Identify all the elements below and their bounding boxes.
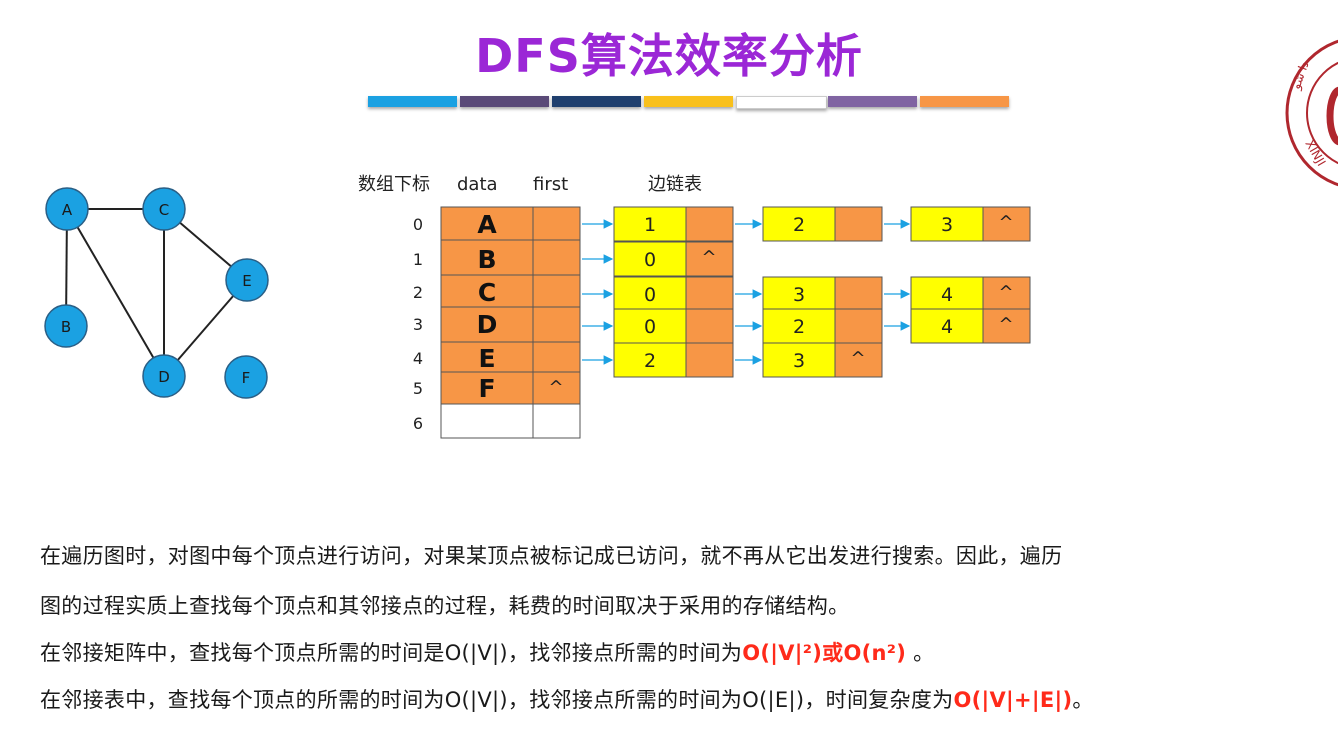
edge-node-value-3-2: 4 (941, 316, 953, 338)
header-edges: 边链表 (648, 174, 702, 195)
data-value-F: F (478, 374, 495, 403)
edge-node-value-0-2: 3 (941, 214, 953, 236)
graph-node-label-F: F (242, 369, 251, 387)
adjacency-diagram: A C E B D F 数组下标 data first 边链表 0 A 1 2 3 ^ 1 B 0 ^ 2 C 0 3 4 ^ 3 D… (44, 174, 1031, 439)
row-index-4: 4 (413, 349, 423, 368)
edge-node-value-2-1: 3 (793, 284, 805, 306)
graph-node-label-E: E (242, 272, 251, 290)
edge-node-value-2-2: 4 (941, 284, 953, 306)
data-value-E: E (478, 344, 495, 373)
data-cell-6 (440, 403, 534, 439)
edge-null-marker-3-2: ^ (998, 314, 1013, 335)
data-value-C: C (478, 278, 496, 307)
line4-text: 在邻接表中，查找每个顶点的所需的时间为O(|V|)，找邻接点所需的时间为O(|E… (40, 688, 954, 712)
edge-next-2-0 (685, 276, 734, 312)
edge-node-value-3-1: 2 (793, 316, 805, 338)
first-cell-3 (532, 306, 581, 343)
line3-end: 。 (906, 641, 935, 665)
list-complexity: O(|V|+|E|) (953, 688, 1073, 712)
edge-node-value-0-0: 1 (644, 214, 656, 236)
matrix-complexity: O(|V|²)或O(n²) (742, 641, 907, 665)
edge-next-0-0 (685, 206, 734, 242)
paragraph-line-2: 图的过程实质上查找每个顶点和其邻接点的过程，耗费的时间取决于采用的存储结构。 (40, 594, 850, 618)
edge-null-marker-1-0: ^ (701, 247, 716, 268)
paragraph-line-4: 在邻接表中，查找每个顶点的所需的时间为O(|V|)，找邻接点所需的时间为O(|E… (40, 684, 1094, 714)
edge-next-3-0 (685, 308, 734, 344)
row-index-6: 6 (413, 414, 423, 433)
row-index-0: 0 (413, 215, 423, 234)
data-value-B: B (477, 245, 496, 274)
edge-null-marker-4-1: ^ (850, 348, 865, 369)
first-cell-0 (532, 206, 581, 241)
header-data: data (457, 174, 498, 195)
edge-node-value-4-1: 3 (793, 350, 805, 372)
row-index-3: 3 (413, 315, 423, 334)
paragraph-line-3: 在邻接矩阵中，查找每个顶点所需的时间是O(|V|)，找邻接点所需的时间为O(|V… (40, 637, 934, 667)
edge-next-2-1 (834, 276, 883, 312)
header-first: first (533, 174, 568, 195)
graph-edge-AD (66, 208, 165, 377)
data-value-D: D (477, 310, 498, 339)
edge-next-4-0 (685, 342, 734, 378)
first-cell-2 (532, 274, 581, 308)
graph-node-label-D: D (158, 368, 170, 386)
edge-null-marker-2-2: ^ (998, 282, 1013, 303)
edge-next-3-1 (834, 308, 883, 344)
first-cell-6 (532, 403, 581, 439)
edge-node-value-2-0: 0 (644, 284, 656, 306)
first-null-marker-5: ^ (548, 377, 563, 398)
row-index-2: 2 (413, 283, 423, 302)
line4-end: 。 (1072, 688, 1094, 712)
data-value-A: A (477, 210, 497, 239)
graph-node-label-A: A (62, 201, 73, 219)
edge-null-marker-0-2: ^ (998, 212, 1013, 233)
graph-node-label-C: C (159, 201, 169, 219)
first-cell-4 (532, 341, 581, 373)
edge-node-value-3-0: 0 (644, 316, 656, 338)
edge-next-0-1 (834, 206, 883, 242)
edge-node-value-4-0: 2 (644, 350, 656, 372)
paragraph-line-1: 在遍历图时，对图中每个顶点进行访问，对果某顶点被标记成已访问，就不再从它出发进行… (40, 544, 1063, 568)
graph-node-label-B: B (61, 318, 71, 336)
edge-node-value-0-1: 2 (793, 214, 805, 236)
row-index-1: 1 (413, 250, 423, 269)
edge-node-value-1-0: 0 (644, 249, 656, 271)
header-index: 数组下标 (358, 174, 430, 195)
line3-text: 在邻接矩阵中，查找每个顶点所需的时间是O(|V|)，找邻接点所需的时间为 (40, 641, 743, 665)
row-index-5: 5 (413, 379, 423, 398)
first-cell-1 (532, 239, 581, 276)
